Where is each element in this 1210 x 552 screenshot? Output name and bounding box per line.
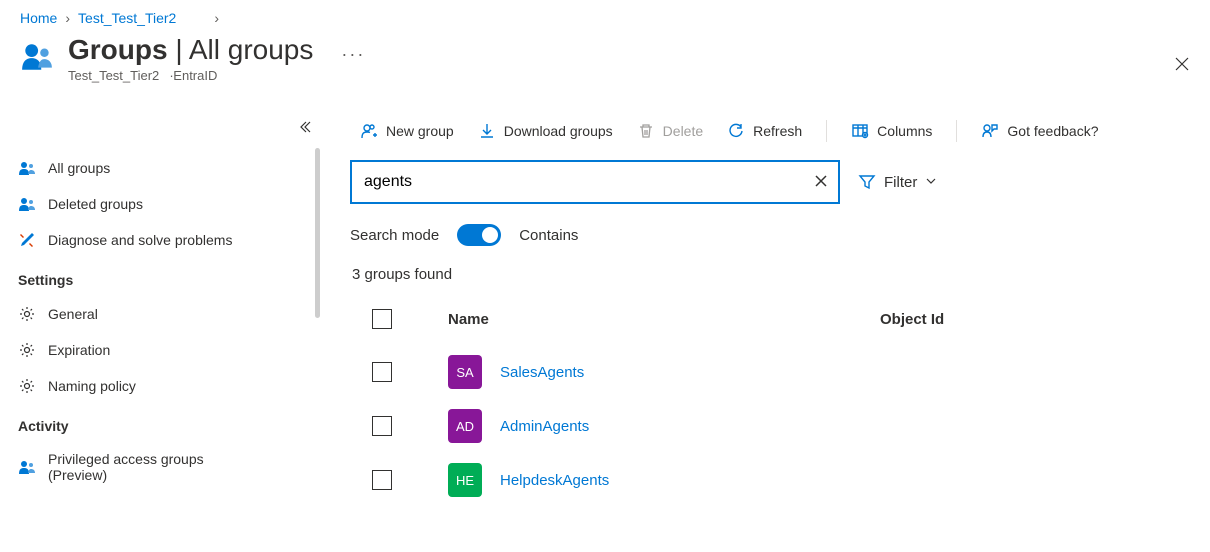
columns-button[interactable]: Columns: [841, 118, 942, 144]
person-add-icon: [360, 122, 378, 140]
sidebar-item-label: Privileged access groups (Preview): [48, 451, 248, 483]
search-mode-toggle[interactable]: [457, 224, 501, 246]
gear-icon: [18, 377, 36, 395]
group-avatar: SA: [448, 355, 482, 389]
wrench-icon: [18, 231, 36, 249]
group-link[interactable]: SalesAgents: [500, 364, 584, 381]
group-avatar: HE: [448, 463, 482, 497]
new-group-button[interactable]: New group: [350, 118, 464, 144]
groups-icon: [18, 195, 36, 213]
sidebar-scrollbar[interactable]: [315, 148, 320, 318]
search-box: [350, 160, 840, 204]
filter-icon: [858, 173, 876, 191]
close-button[interactable]: [1174, 56, 1190, 75]
sidebar-item-all-groups[interactable]: All groups: [0, 150, 320, 186]
sidebar-item-label: Expiration: [48, 342, 110, 358]
toolbar-label: Download groups: [504, 123, 613, 139]
columns-icon: [851, 122, 869, 140]
row-checkbox[interactable]: [372, 416, 392, 436]
column-object-id[interactable]: Object Id: [880, 311, 944, 328]
sidebar-item-naming-policy[interactable]: Naming policy: [0, 368, 320, 404]
sidebar-item-diagnose[interactable]: Diagnose and solve problems: [0, 222, 320, 258]
breadcrumb: Home › Test_Test_Tier2 ›: [0, 0, 1210, 30]
more-button[interactable]: ···: [341, 44, 365, 65]
chevron-right-icon: ›: [65, 10, 70, 26]
toolbar-separator: [826, 120, 827, 142]
search-mode-row: Search mode Contains: [350, 204, 1198, 256]
subtitle-product: EntraID: [173, 68, 217, 83]
sidebar-item-general[interactable]: General: [0, 296, 320, 332]
sidebar-item-privileged-access[interactable]: Privileged access groups (Preview): [0, 442, 320, 492]
delete-button: Delete: [627, 118, 713, 144]
group-link[interactable]: AdminAgents: [500, 418, 589, 435]
page-subtitle: Test_Test_Tier2 · EntraID: [68, 68, 313, 83]
search-mode-value: Contains: [519, 227, 578, 244]
feedback-icon: [981, 122, 999, 140]
sidebar-item-expiration[interactable]: Expiration: [0, 332, 320, 368]
refresh-button[interactable]: Refresh: [717, 118, 812, 144]
toolbar-separator: [956, 120, 957, 142]
refresh-icon: [727, 122, 745, 140]
toolbar-label: New group: [386, 123, 454, 139]
breadcrumb-level1[interactable]: Test_Test_Tier2: [78, 10, 176, 26]
table-row[interactable]: HE HelpdeskAgents: [350, 453, 1198, 507]
collapse-sidebar-button[interactable]: [298, 120, 312, 137]
toolbar-label: Refresh: [753, 123, 802, 139]
column-name[interactable]: Name: [420, 311, 880, 328]
select-all-checkbox[interactable]: [372, 309, 392, 329]
gear-icon: [18, 341, 36, 359]
sidebar-item-label: Diagnose and solve problems: [48, 232, 232, 248]
clear-search-button[interactable]: [810, 170, 832, 195]
groups-icon: [18, 458, 36, 476]
search-row: Filter: [350, 160, 1198, 204]
filter-button[interactable]: Filter: [858, 173, 937, 191]
filter-label: Filter: [884, 174, 917, 191]
results-count: 3 groups found: [350, 256, 1198, 301]
toolbar: New group Download groups Delete Refresh: [350, 114, 1198, 160]
download-icon: [478, 122, 496, 140]
groups-icon: [18, 159, 36, 177]
toolbar-label: Delete: [663, 123, 703, 139]
group-link[interactable]: HelpdeskAgents: [500, 472, 609, 489]
sidebar-item-deleted-groups[interactable]: Deleted groups: [0, 186, 320, 222]
sidebar: All groups Deleted groups Diagnose and s…: [0, 114, 320, 552]
toolbar-label: Columns: [877, 123, 932, 139]
title-separator: |: [168, 34, 189, 65]
row-checkbox[interactable]: [372, 362, 392, 382]
title-main: Groups: [68, 34, 168, 65]
row-checkbox[interactable]: [372, 470, 392, 490]
breadcrumb-home[interactable]: Home: [20, 10, 57, 26]
page-title: Groups | All groups: [68, 34, 313, 66]
title-sub: All groups: [189, 34, 314, 65]
download-groups-button[interactable]: Download groups: [468, 118, 623, 144]
groups-icon: [20, 40, 54, 70]
table-header: Name Object Id: [350, 301, 1198, 345]
trash-icon: [637, 122, 655, 140]
gear-icon: [18, 305, 36, 323]
subtitle-org: Test_Test_Tier2: [68, 68, 159, 83]
sidebar-item-label: All groups: [48, 160, 110, 176]
chevron-down-icon: [925, 174, 937, 191]
sidebar-item-label: Deleted groups: [48, 196, 143, 212]
sidebar-item-label: Naming policy: [48, 378, 136, 394]
sidebar-item-label: General: [48, 306, 98, 322]
main-content: New group Download groups Delete Refresh: [340, 114, 1210, 552]
page-header: Groups | All groups Test_Test_Tier2 · En…: [0, 30, 1210, 97]
table-row[interactable]: AD AdminAgents: [350, 399, 1198, 453]
sidebar-section-activity: Activity: [0, 404, 320, 442]
group-avatar: AD: [448, 409, 482, 443]
search-input[interactable]: [364, 173, 810, 191]
chevron-right-icon: ›: [214, 10, 219, 26]
sidebar-section-settings: Settings: [0, 258, 320, 296]
table-row[interactable]: SA SalesAgents: [350, 345, 1198, 399]
feedback-button[interactable]: Got feedback?: [971, 118, 1108, 144]
search-mode-label: Search mode: [350, 227, 439, 244]
toolbar-label: Got feedback?: [1007, 123, 1098, 139]
